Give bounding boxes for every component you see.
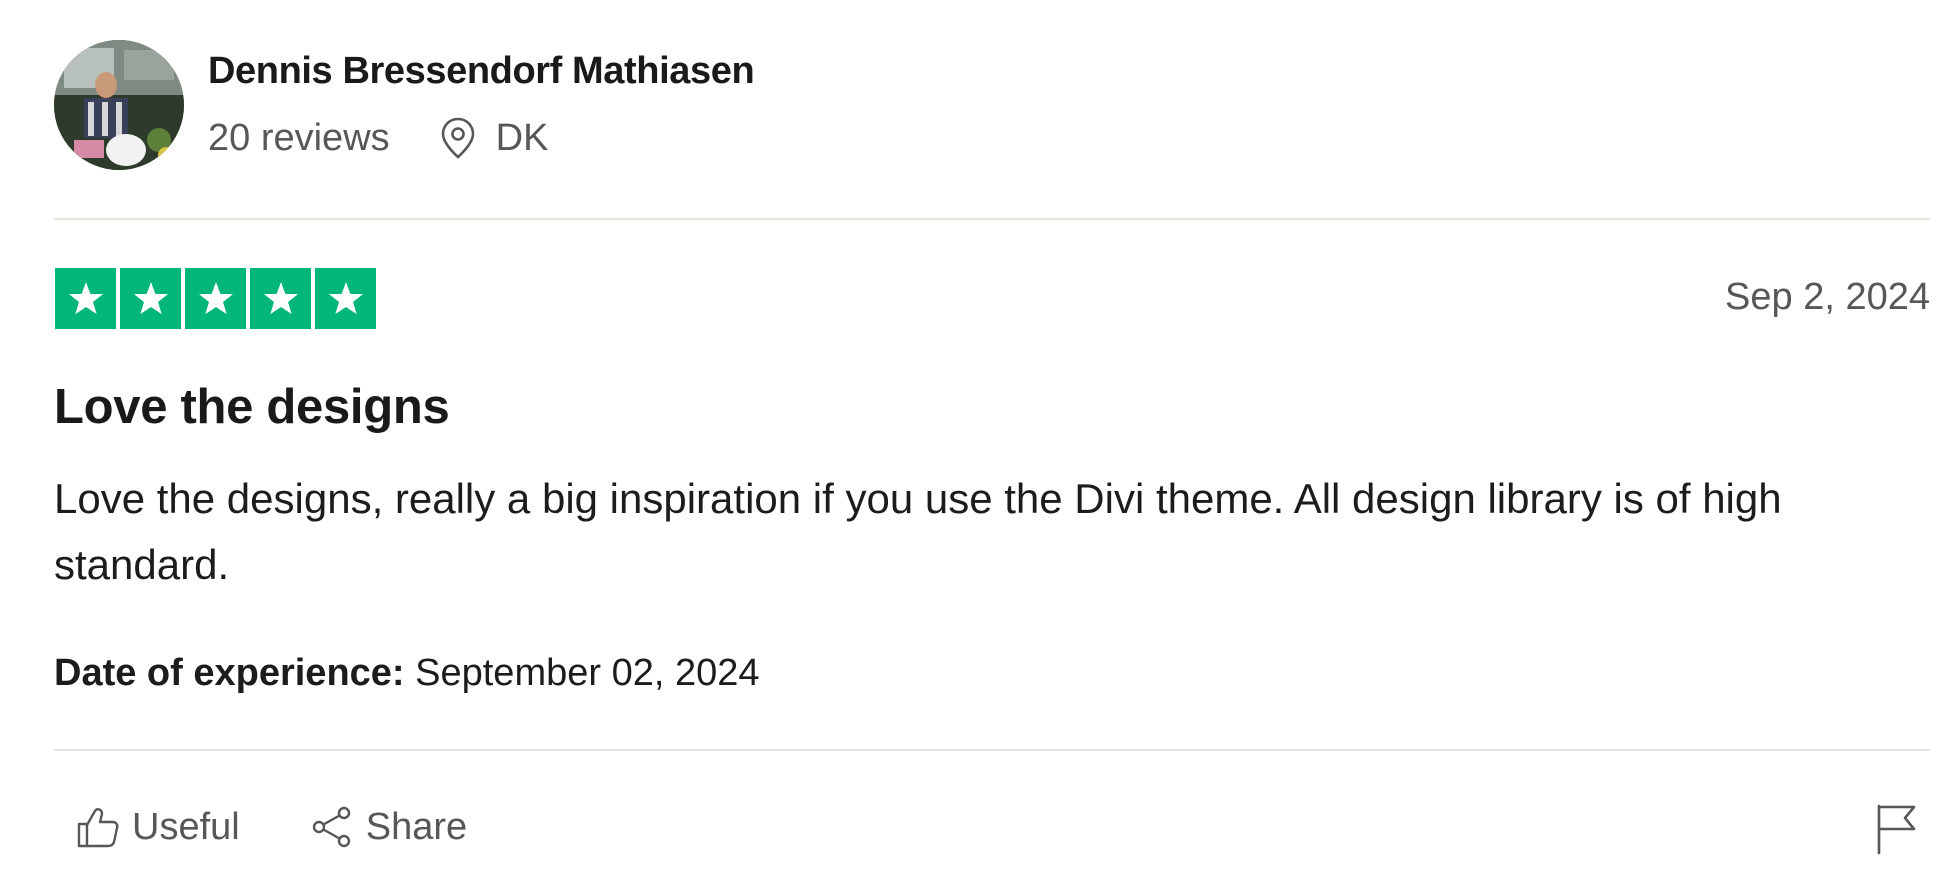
report-button[interactable] [1874, 803, 1920, 860]
star-icon [185, 268, 246, 329]
thumbs-up-icon [77, 808, 119, 848]
date-of-experience: Date of experience: September 02, 2024 [54, 654, 760, 692]
flag-icon [1877, 804, 1916, 855]
consumer-header: Dennis Bressendorf Mathiasen 20 reviews … [54, 40, 755, 170]
useful-button[interactable]: Useful [76, 805, 240, 849]
star-icon [120, 268, 181, 329]
share-button[interactable]: Share [310, 805, 467, 849]
consumer-meta: 20 reviews DK [208, 116, 754, 160]
star-icon [250, 268, 311, 329]
review-text: Love the designs, really a big inspirati… [54, 475, 1782, 588]
experience-date: September 02, 2024 [415, 652, 760, 694]
star-icon [315, 268, 376, 329]
avatar[interactable] [54, 40, 184, 170]
reviews-count: 20 reviews [208, 117, 390, 159]
consumer-country: DK [495, 117, 549, 159]
useful-label: Useful [132, 806, 240, 848]
share-label: Share [365, 806, 468, 848]
consumer-info: Dennis Bressendorf Mathiasen 20 reviews … [208, 50, 755, 160]
location-pin-icon [441, 117, 474, 159]
header-divider [54, 218, 1930, 220]
review-card: Dennis Bressendorf Mathiasen 20 reviews … [0, 0, 1950, 891]
experience-label: Date of experience: [54, 652, 405, 694]
share-icon [312, 806, 350, 848]
consumer-name[interactable]: Dennis Bressendorf Mathiasen [208, 52, 755, 90]
star-rating [55, 268, 376, 329]
footer-divider [54, 749, 1930, 751]
star-icon [55, 268, 116, 329]
review-actions: Useful Share [76, 805, 467, 849]
review-title[interactable]: Love the designs [54, 383, 450, 432]
review-date: Sep 2, 2024 [1725, 276, 1930, 318]
